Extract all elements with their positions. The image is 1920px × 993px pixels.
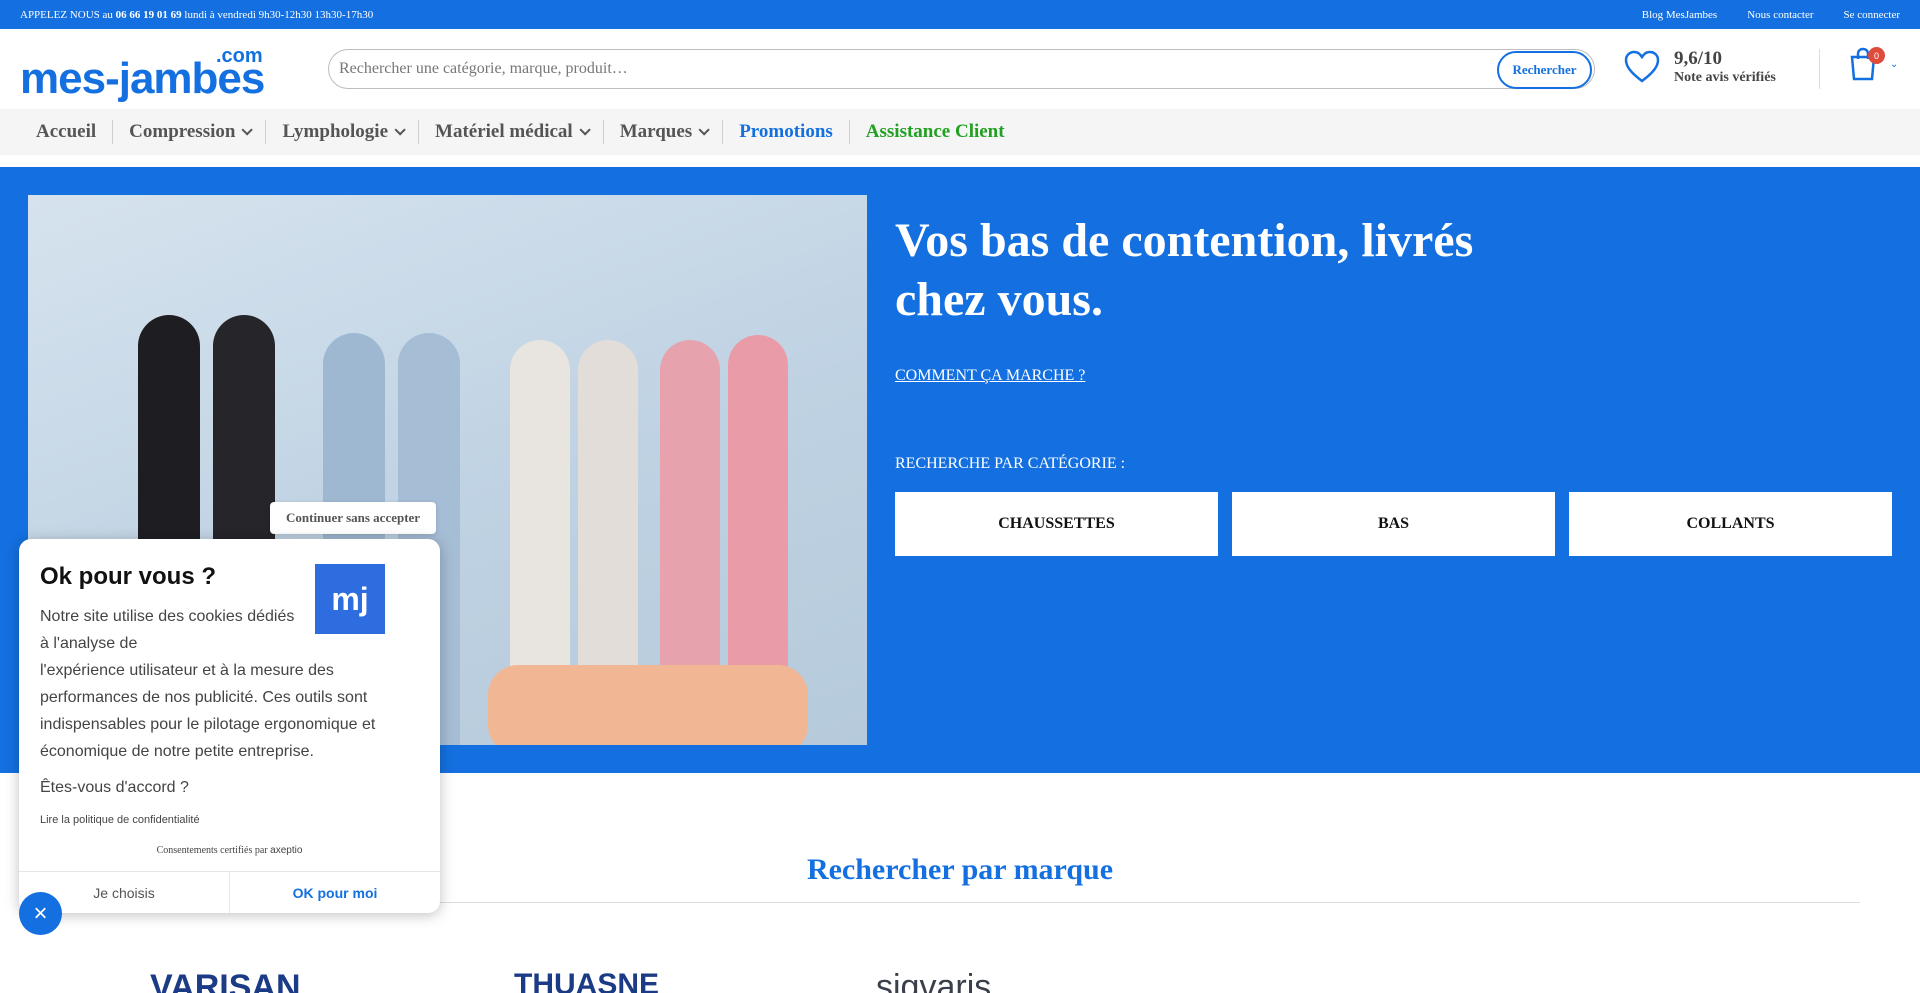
cart-count-badge: 0 <box>1868 47 1885 64</box>
cookie-consent-dialog: Ok pour vous ? mj Notre site utilise des… <box>19 539 440 913</box>
cookie-question: Êtes-vous d'accord ? <box>40 779 189 796</box>
rating-label: Note avis vérifiés <box>1674 69 1776 85</box>
brand-thuasne[interactable]: THUASNE <box>514 968 659 993</box>
certified-consent-note: Consentements certifiés par axeptio <box>19 845 440 856</box>
nav-item-marques[interactable]: Marques <box>604 120 724 144</box>
skin-feet <box>488 665 808 745</box>
cookie-actions: Je choisis OK pour moi <box>19 871 440 913</box>
phone-prefix: APPELEZ NOUS au <box>20 8 113 21</box>
nav-item-assistance-client[interactable]: Assistance Client <box>850 120 1021 144</box>
phone-info: APPELEZ NOUS au 06 66 19 01 69 lundi à v… <box>20 9 373 21</box>
nav-label: Lymphologie <box>282 121 389 142</box>
chevron-down-icon[interactable]: ⌄ <box>1890 59 1898 70</box>
top-bar: APPELEZ NOUS au 06 66 19 01 69 lundi à v… <box>0 0 1920 29</box>
brand-sigvaris[interactable]: sigvaris <box>876 968 991 993</box>
nav-label: Accueil <box>36 121 97 142</box>
nav-label: Matériel médical <box>435 121 573 142</box>
chevron-down-icon <box>241 124 254 136</box>
brand-varisan[interactable]: VARISAN <box>150 968 301 993</box>
category-tights-button[interactable]: COLLANTS <box>1569 492 1892 556</box>
site-logo[interactable]: mes-jambes .com <box>20 39 275 101</box>
certified-text: Consentements certifiés par <box>156 845 268 856</box>
nav-item-accueil[interactable]: Accueil <box>20 120 114 144</box>
chevron-down-icon <box>394 124 406 136</box>
chevron-down-icon <box>579 124 591 136</box>
search-input[interactable] <box>329 51 1594 87</box>
nav-item-materiel-medical[interactable]: Matériel médical <box>419 120 604 144</box>
header-divider <box>1819 49 1820 89</box>
chevron-down-icon <box>698 124 710 136</box>
how-it-works-link[interactable]: COMMENT ÇA MARCHE ? <box>895 367 1085 385</box>
logo-suffix-text: .com <box>216 45 263 67</box>
phone-number[interactable]: 06 66 19 01 69 <box>116 9 182 21</box>
hero-title: Vos bas de contention, livrés chez vous. <box>895 214 1474 326</box>
search-bar: Rechercher <box>328 49 1595 89</box>
nav-label: Compression <box>129 121 236 142</box>
rating-text: 9,6/10 Note avis vérifiés <box>1674 48 1776 86</box>
cookie-title: Ok pour vous ? <box>40 563 217 590</box>
reviews-rating[interactable]: 9,6/10 Note avis vérifiés <box>1624 48 1776 86</box>
continue-without-accepting-button[interactable]: Continuer sans accepter <box>270 502 437 534</box>
nav-label: Assistance Client <box>865 121 1005 142</box>
nav-item-lymphologie[interactable]: Lymphologie <box>266 120 420 144</box>
rating-score: 9,6/10 <box>1674 48 1723 69</box>
axeptio-logo: axeptio <box>270 845 303 856</box>
category-stockings-button[interactable]: BAS <box>1232 492 1555 556</box>
category-search-title: RECHERCHE PAR CATÉGORIE : <box>895 455 1126 472</box>
privacy-policy-link[interactable]: Lire la politique de confidentialité <box>40 814 200 826</box>
cookie-description: Notre site utilise des cookies dédiés à … <box>40 603 390 765</box>
close-icon[interactable]: × <box>19 892 62 935</box>
cookie-text-part2: l'expérience utilisateur et à la mesure … <box>40 662 376 760</box>
nav-item-compression[interactable]: Compression <box>113 120 267 144</box>
phone-hours: lundi à vendredi 9h30-12h30 13h30-17h30 <box>184 8 374 21</box>
accept-cookies-button[interactable]: OK pour moi <box>230 872 440 913</box>
nav-label: Promotions <box>739 121 833 142</box>
cookie-text-part1: Notre site utilise des cookies dédiés à … <box>40 608 295 652</box>
main-nav: Accueil Compression Lymphologie Matériel… <box>0 109 1920 155</box>
search-button[interactable]: Rechercher <box>1497 51 1592 89</box>
category-socks-button[interactable]: CHAUSSETTES <box>895 492 1218 556</box>
blog-link[interactable]: Blog MesJambes <box>1642 9 1717 21</box>
cart-button[interactable]: 0 ⌄ <box>1848 47 1898 91</box>
heart-icon <box>1624 51 1660 84</box>
top-links: Blog MesJambes Nous contacter Se connect… <box>1642 9 1900 21</box>
nav-item-promotions[interactable]: Promotions <box>723 120 850 144</box>
site-header: mes-jambes .com Rechercher 9,6/10 Note a… <box>0 29 1920 109</box>
login-link[interactable]: Se connecter <box>1844 9 1901 21</box>
brands-divider <box>400 902 1860 903</box>
nav-label: Marques <box>619 121 693 142</box>
contact-link[interactable]: Nous contacter <box>1747 9 1813 21</box>
